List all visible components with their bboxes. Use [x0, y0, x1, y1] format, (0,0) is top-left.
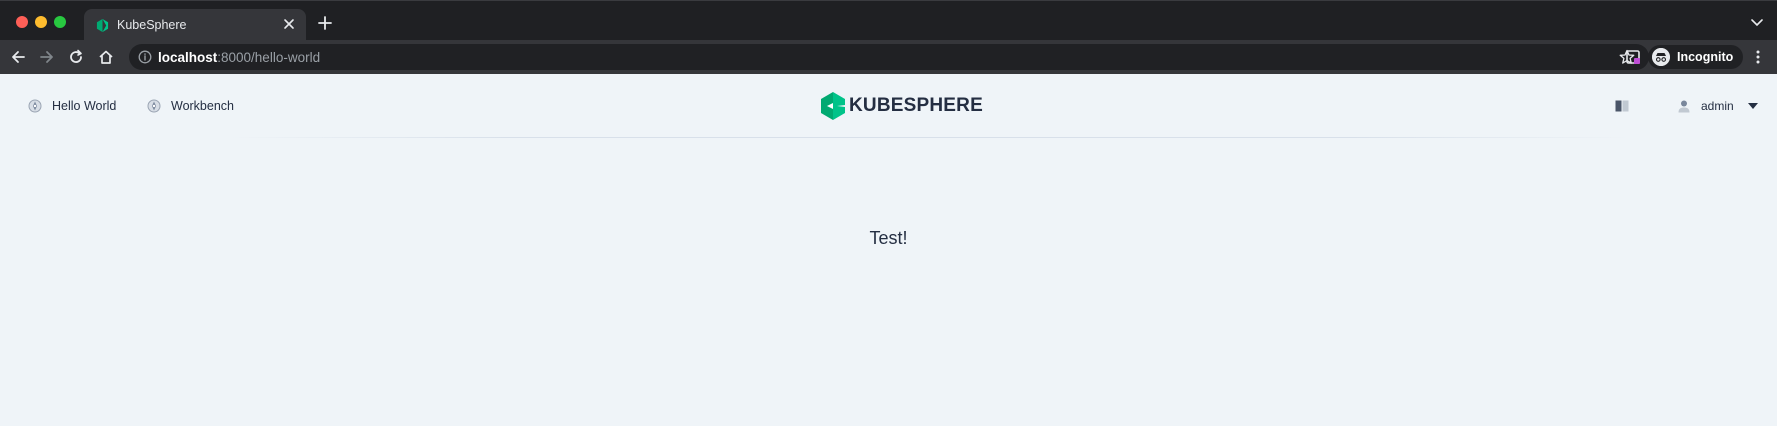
caret-down-icon	[1747, 103, 1758, 109]
back-arrow-icon[interactable]	[10, 49, 26, 65]
incognito-label: Incognito	[1677, 50, 1734, 64]
kubesphere-logo-icon	[821, 92, 845, 120]
logo-text: KUBESPHERE	[849, 95, 983, 116]
url-text[interactable]: localhost:8000/hello-world	[158, 50, 320, 65]
kubesphere-favicon-icon	[96, 19, 109, 32]
close-icon[interactable]	[282, 17, 296, 31]
user-icon	[1678, 100, 1690, 113]
home-icon[interactable]	[98, 49, 114, 65]
browser-toolbar: localhost:8000/hello-world Incognito	[0, 40, 1777, 74]
reload-icon[interactable]	[68, 49, 84, 65]
incognito-icon	[1652, 48, 1670, 66]
window-minimize-button[interactable]	[35, 16, 47, 28]
incognito-profile-button[interactable]: Incognito	[1648, 45, 1743, 69]
nav-item-label: Workbench	[171, 99, 234, 113]
compass-icon	[147, 99, 161, 113]
address-bar[interactable]: localhost:8000/hello-world	[129, 44, 1649, 70]
page-message: Test!	[869, 228, 908, 248]
tab-title: KubeSphere	[117, 18, 187, 32]
documentation-icon[interactable]	[1615, 100, 1629, 112]
app-header: Hello World Workbench KUBESPHERE admin	[0, 74, 1777, 138]
compass-icon	[28, 99, 42, 113]
site-info-icon[interactable]	[138, 50, 152, 64]
window-close-button[interactable]	[16, 16, 28, 28]
kubesphere-logo[interactable]: KUBESPHERE	[821, 92, 983, 120]
new-tab-plus-icon[interactable]	[318, 16, 332, 30]
user-menu[interactable]: admin	[1677, 96, 1758, 116]
url-path: :8000/hello-world	[217, 50, 321, 65]
url-host: localhost	[158, 50, 218, 65]
nav-item-workbench[interactable]: Workbench	[147, 98, 234, 114]
nav-item-hello-world[interactable]: Hello World	[28, 98, 116, 114]
forward-arrow-icon[interactable]	[39, 49, 55, 65]
header-divider	[230, 137, 1630, 138]
reading-list-icon[interactable]	[1625, 49, 1641, 65]
nav-item-label: Hello World	[52, 99, 117, 113]
browser-menu-kebab-icon[interactable]	[1756, 50, 1760, 64]
browser-tab-active[interactable]: KubeSphere	[84, 9, 306, 41]
tab-search-chevron-icon[interactable]	[1751, 19, 1763, 27]
browser-tab-bar: KubeSphere	[0, 0, 1777, 41]
window-maximize-button[interactable]	[54, 16, 66, 28]
user-name: admin	[1701, 99, 1734, 113]
